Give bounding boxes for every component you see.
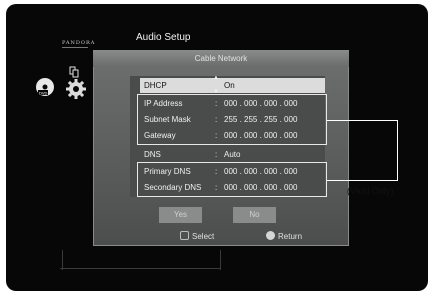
setting-row-dns[interactable]: DNS : Auto	[140, 147, 325, 162]
brand-logo: PANDORA	[62, 40, 96, 46]
callout-box-dns	[137, 162, 327, 197]
setting-label: DHCP	[144, 81, 167, 90]
callout-box-address	[137, 94, 327, 145]
frame-divider	[62, 250, 63, 270]
callout-line	[344, 180, 398, 181]
return-icon	[266, 231, 275, 241]
select-hint-label: Select	[192, 232, 215, 241]
setting-separator: :	[215, 150, 218, 159]
dvd-disc-icon[interactable]: DVD	[35, 77, 55, 97]
svg-text:DVD: DVD	[39, 91, 48, 96]
up-arrow-icon[interactable]: ▲	[213, 75, 219, 81]
callout-line	[397, 120, 398, 181]
setting-value: On	[224, 81, 235, 90]
select-hint: Select	[180, 231, 215, 242]
frame-divider	[60, 268, 220, 269]
setting-row-dhcp[interactable]: DHCP On	[140, 78, 325, 93]
settings-small-icon	[69, 66, 79, 78]
page-title: Audio Setup	[136, 32, 191, 43]
gear-icon[interactable]	[65, 78, 87, 100]
brand-underline	[62, 47, 88, 48]
yes-button[interactable]: Yes	[159, 207, 202, 223]
setting-value: Auto	[224, 150, 241, 159]
return-hint: Return	[266, 231, 303, 242]
no-button[interactable]: No	[233, 207, 276, 223]
frame-divider	[220, 250, 221, 270]
setting-label: DNS	[144, 150, 161, 159]
return-hint-label: Return	[278, 232, 303, 241]
select-key-icon	[180, 231, 189, 241]
dialog-title: Cable Network	[93, 50, 349, 67]
callout-line	[327, 120, 398, 121]
valid-only-note: (Vaild Only)	[347, 186, 394, 196]
